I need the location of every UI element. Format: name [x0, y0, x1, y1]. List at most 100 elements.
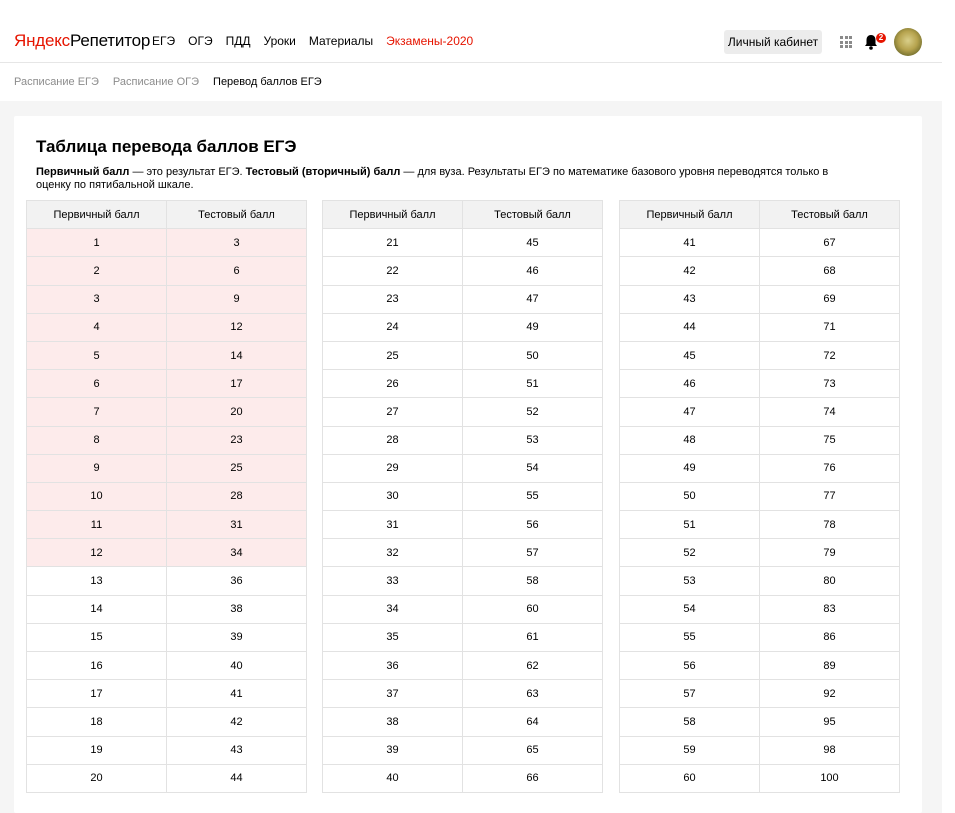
table-row: 60 100: [619, 763, 900, 793]
primary-score-cell: 43: [619, 284, 760, 314]
column-header-primary: Первичный балл: [322, 199, 463, 230]
primary-score-cell: 15: [26, 622, 167, 653]
test-score-cell: 57: [462, 538, 603, 568]
table-row: 24 49: [322, 312, 603, 342]
test-score-cell: 65: [462, 735, 603, 765]
test-score-cell: 47: [462, 284, 603, 314]
column-header-test: Тестовый балл: [462, 199, 603, 230]
table-row: 33 58: [322, 566, 603, 596]
table-row: 49 76: [619, 453, 900, 483]
table-row: 26: [26, 256, 307, 286]
primary-score-cell: 40: [322, 763, 463, 793]
personal-cabinet-button[interactable]: Личный кабинет: [724, 30, 822, 54]
test-score-cell: 76: [759, 453, 900, 483]
primary-score-cell: 34: [322, 594, 463, 624]
table-row: 38 64: [322, 707, 603, 737]
primary-score-cell: 30: [322, 481, 463, 512]
primary-score-cell: 60: [619, 763, 760, 793]
breadcrumb-current: Перевод баллов ЕГЭ: [213, 76, 322, 88]
table-row: 46 73: [619, 369, 900, 399]
nav-item-oge[interactable]: ОГЭ: [188, 34, 212, 48]
test-score-cell: 17: [166, 369, 307, 399]
test-score-cell: 43: [166, 735, 307, 765]
primary-score-cell: 53: [619, 566, 760, 596]
test-score-cell: 12: [166, 312, 307, 342]
primary-score-cell: 56: [619, 650, 760, 681]
page-description: Первичный балл — это результат ЕГЭ. Тест…: [36, 166, 856, 192]
test-score-cell: 69: [759, 284, 900, 314]
test-score-cell: 23: [166, 425, 307, 455]
test-score-cell: 77: [759, 481, 900, 512]
primary-score-cell: 38: [322, 707, 463, 737]
test-score-cell: 50: [462, 340, 603, 371]
test-score-cell: 3: [166, 228, 307, 258]
test-score-cell: 74: [759, 397, 900, 427]
logo[interactable]: ЯндексРепетитор: [14, 31, 150, 51]
primary-score-cell: 59: [619, 735, 760, 765]
breadcrumb-oge-schedule[interactable]: Расписание ОГЭ: [113, 76, 199, 89]
table-row: 19 43: [26, 735, 307, 765]
primary-score-cell: 26: [322, 369, 463, 399]
nav-item-exams-2020[interactable]: Экзамены-2020: [386, 34, 473, 48]
primary-score-cell: 23: [322, 284, 463, 314]
primary-score-cell: 6: [26, 369, 167, 399]
table-row: 23 47: [322, 284, 603, 314]
table-row: 40 66: [322, 763, 603, 793]
table-row: 12 34: [26, 538, 307, 568]
test-score-cell: 68: [759, 256, 900, 286]
table-row: 52 79: [619, 538, 900, 568]
primary-score-cell: 17: [26, 679, 167, 709]
test-score-cell: 20: [166, 397, 307, 427]
primary-score-cell: 11: [26, 510, 167, 540]
apps-grid-icon[interactable]: [840, 36, 852, 48]
nav-item-ege[interactable]: ЕГЭ: [152, 34, 175, 48]
table-row: 39: [26, 284, 307, 314]
notification-badge: 2: [876, 33, 886, 43]
primary-score-cell: 10: [26, 481, 167, 512]
column-header-primary: Первичный балл: [619, 199, 760, 230]
test-score-cell: 71: [759, 312, 900, 342]
nav-item-materials[interactable]: Материалы: [309, 34, 373, 48]
table-row: 47 74: [619, 397, 900, 427]
test-score-cell: 6: [166, 256, 307, 286]
primary-score-cell: 58: [619, 707, 760, 737]
test-score-cell: 14: [166, 340, 307, 371]
primary-score-cell: 37: [322, 679, 463, 709]
table-row: 54 83: [619, 594, 900, 624]
nav-item-lessons[interactable]: Уроки: [264, 34, 296, 48]
avatar[interactable]: [894, 28, 922, 56]
table-row: 22 46: [322, 256, 603, 286]
table-row: 48 75: [619, 425, 900, 455]
test-score-cell: 51: [462, 369, 603, 399]
primary-score-cell: 28: [322, 425, 463, 455]
breadcrumb-ege-schedule[interactable]: Расписание ЕГЭ: [14, 76, 99, 89]
table-row: 18 42: [26, 707, 307, 737]
table-row: 13 36: [26, 566, 307, 596]
test-score-cell: 67: [759, 228, 900, 258]
table-row: 11 31: [26, 510, 307, 540]
primary-score-cell: 22: [322, 256, 463, 286]
test-score-cell: 73: [759, 369, 900, 399]
main-nav: ЕГЭ ОГЭ ПДД Уроки Материалы Экзамены-202…: [152, 34, 486, 48]
primary-score-cell: 48: [619, 425, 760, 455]
table-header-row: Первичный балл Тестовый балл: [619, 199, 900, 230]
table-row: 34 60: [322, 594, 603, 624]
primary-score-cell: 55: [619, 622, 760, 653]
table-row: 56 89: [619, 650, 900, 681]
primary-score-cell: 31: [322, 510, 463, 540]
table-row: 58 95: [619, 707, 900, 737]
table-row: 20 44: [26, 763, 307, 793]
primary-score-cell: 25: [322, 340, 463, 371]
table-row: 53 80: [619, 566, 900, 596]
primary-score-cell: 14: [26, 594, 167, 624]
test-score-cell: 66: [462, 763, 603, 793]
primary-score-cell: 51: [619, 510, 760, 540]
table-header-row: Первичный балл Тестовый балл: [322, 199, 603, 230]
table-row: 8 23: [26, 425, 307, 455]
nav-item-pdd[interactable]: ПДД: [226, 34, 251, 48]
table-row: 14 38: [26, 594, 307, 624]
table-row: 27 52: [322, 397, 603, 427]
table-row: 10 28: [26, 481, 307, 512]
breadcrumb: Расписание ЕГЭ Расписание ОГЭ Перевод ба…: [14, 76, 322, 89]
desc-primary-term: Первичный балл: [36, 166, 130, 178]
